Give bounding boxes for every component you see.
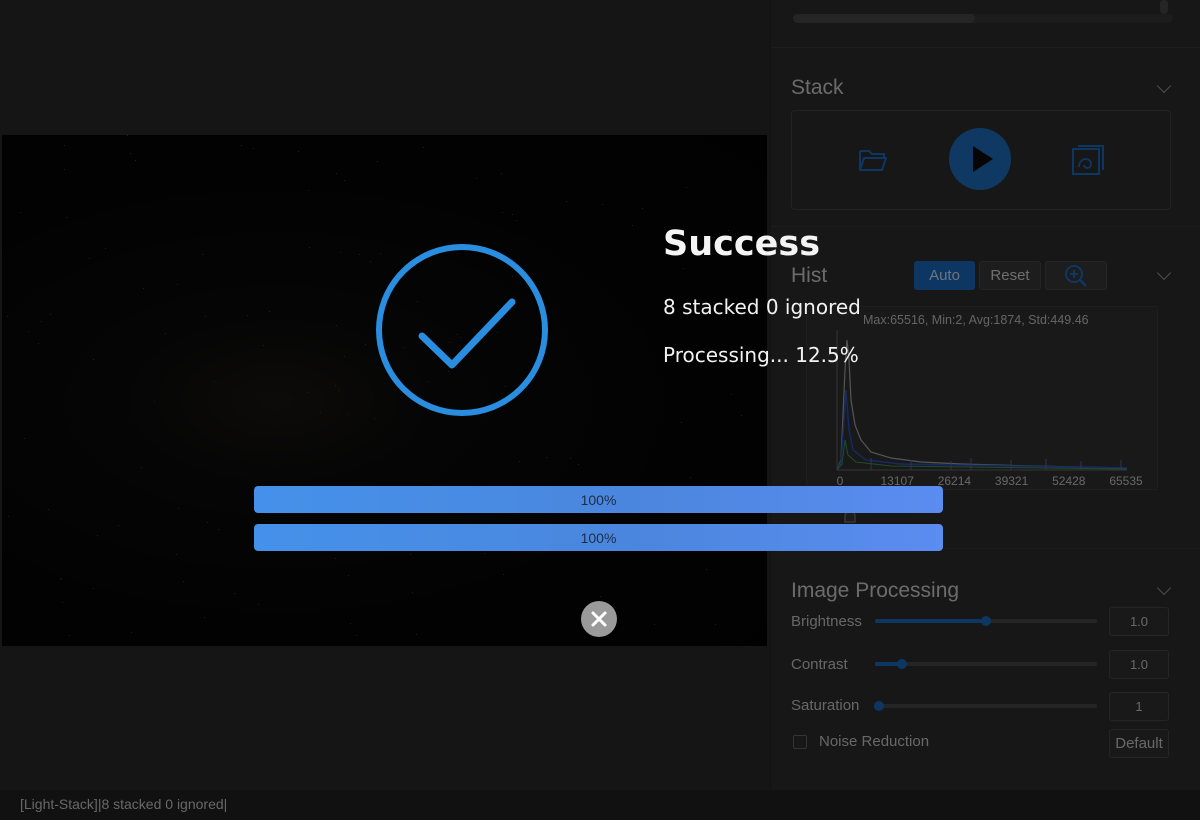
dialog-summary: 8 stacked 0 ignored <box>663 295 861 319</box>
progress-bar: 100% <box>254 486 943 513</box>
close-icon <box>591 611 607 627</box>
check-circle-icon <box>376 244 548 416</box>
dialog-processing-status: Processing... 12.5% <box>663 343 859 367</box>
close-dialog-button[interactable] <box>581 601 617 637</box>
progress-bar-label: 100% <box>580 529 617 546</box>
progress-bar-label: 100% <box>580 491 617 508</box>
modal-overlay <box>0 0 1200 820</box>
progress-bar: 100% <box>254 524 943 551</box>
dialog-title: Success <box>663 224 821 264</box>
